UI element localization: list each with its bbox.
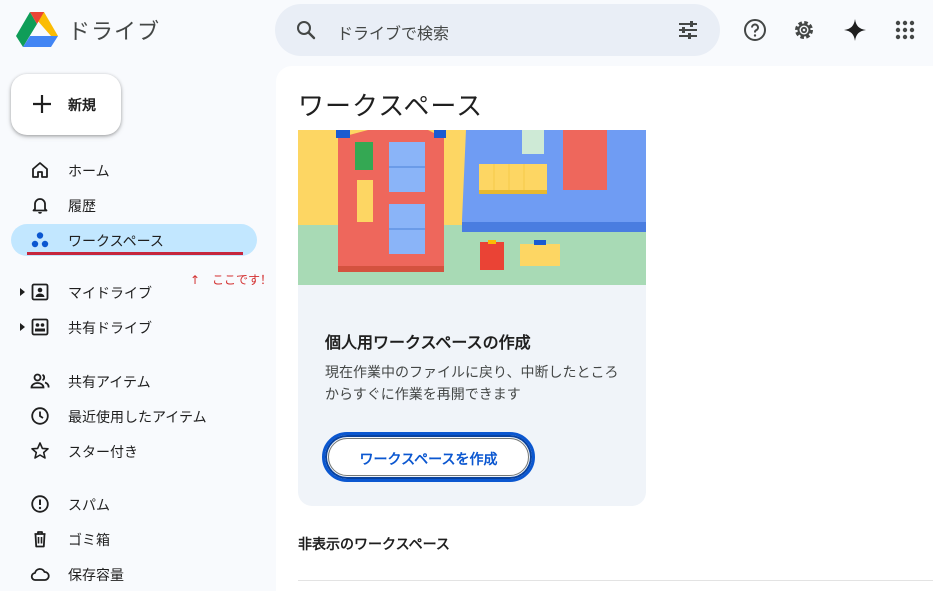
sidebar-item-shared-with-me[interactable]: 共有アイテム — [11, 365, 257, 397]
cloud-icon — [30, 568, 50, 581]
drive-logo-icon[interactable] — [16, 10, 58, 48]
sidebar-item-label: 最近使用したアイテム — [68, 410, 207, 426]
workspace-icon — [31, 232, 49, 248]
apps-grid-icon[interactable] — [893, 18, 917, 42]
sidebar-item-label: 共有アイテム — [68, 375, 151, 391]
page-title: ワークスペース — [298, 92, 484, 122]
create-workspace-button[interactable]: ワークスペースを作成 — [322, 432, 535, 482]
card-title: 個人用ワークスペースの作成 — [325, 333, 531, 352]
sidebar-item-recent[interactable]: 最近使用したアイテム — [11, 400, 257, 432]
sidebar-item-label: スパム — [68, 498, 110, 514]
trash-icon — [34, 531, 46, 548]
sidebar-item-spam[interactable]: スパム — [11, 488, 257, 520]
new-button-label: 新規 — [68, 98, 96, 114]
caret-right-icon[interactable] — [19, 322, 27, 332]
create-workspace-card: 個人用ワークスペースの作成 現在作業中のファイルに戻り、中断したところからすぐに… — [298, 130, 646, 506]
my-drive-icon — [31, 283, 49, 301]
sidebar-item-label: 共有ドライブ — [68, 321, 152, 337]
section-divider — [298, 580, 933, 581]
create-workspace-button-label: ワークスペースを作成 — [359, 452, 498, 468]
sidebar-item-label: スター付き — [68, 445, 138, 461]
caret-right-icon[interactable] — [19, 287, 27, 297]
new-button[interactable]: 新規 — [11, 74, 121, 135]
sidebar-item-history[interactable]: 履歴 — [11, 189, 257, 221]
card-description: 現在作業中のファイルに戻り、中断したところからすぐに作業を再開できます — [325, 365, 619, 403]
sidebar-item-label: ワークスペース — [68, 234, 164, 250]
app-title[interactable]: ドライブ — [68, 14, 160, 46]
sidebar: 新規 ホーム 履歴 ワークスペース ↑ ここです！ マイドライブ 共有ドライブ … — [0, 62, 275, 591]
sidebar-item-label: ホーム — [68, 164, 110, 180]
home-icon — [32, 162, 48, 178]
sidebar-item-label: 保存容量 — [68, 568, 124, 584]
sidebar-item-storage[interactable]: 保存容量 — [11, 558, 257, 590]
spam-icon — [31, 495, 49, 513]
settings-icon[interactable] — [792, 18, 816, 42]
sidebar-item-label: 履歴 — [68, 199, 96, 215]
main-content: ワークスペース 個人用ワークスペースの作成 現在作業中のファイルに戻り、中断した… — [276, 66, 933, 591]
people-icon — [30, 373, 50, 389]
sidebar-item-starred[interactable]: スター付き — [11, 435, 257, 467]
sidebar-item-shared-drive[interactable]: 共有ドライブ — [11, 311, 257, 343]
top-bar: ドライブ ドライブで検索 — [0, 0, 933, 62]
sidebar-item-label: ゴミ箱 — [68, 533, 110, 549]
clock-icon — [31, 407, 49, 425]
star-icon — [31, 442, 49, 459]
gemini-icon[interactable] — [843, 18, 867, 42]
search-bar[interactable]: ドライブで検索 — [275, 4, 720, 56]
plus-icon — [33, 95, 51, 113]
help-icon[interactable] — [743, 18, 767, 42]
bell-icon — [32, 198, 48, 214]
sidebar-item-trash[interactable]: ゴミ箱 — [11, 523, 257, 555]
tune-icon[interactable] — [676, 18, 700, 42]
sidebar-item-label: マイドライブ — [68, 286, 152, 302]
hidden-workspaces-heading[interactable]: 非表示のワークスペース — [298, 534, 450, 554]
annotation-underline — [27, 252, 243, 255]
shared-drive-icon — [31, 318, 49, 336]
search-input[interactable]: ドライブで検索 — [337, 20, 449, 44]
sidebar-item-my-drive[interactable]: マイドライブ — [11, 276, 257, 308]
workspace-illustration — [298, 130, 646, 285]
search-icon[interactable] — [294, 18, 318, 42]
sidebar-item-home[interactable]: ホーム — [11, 154, 257, 186]
